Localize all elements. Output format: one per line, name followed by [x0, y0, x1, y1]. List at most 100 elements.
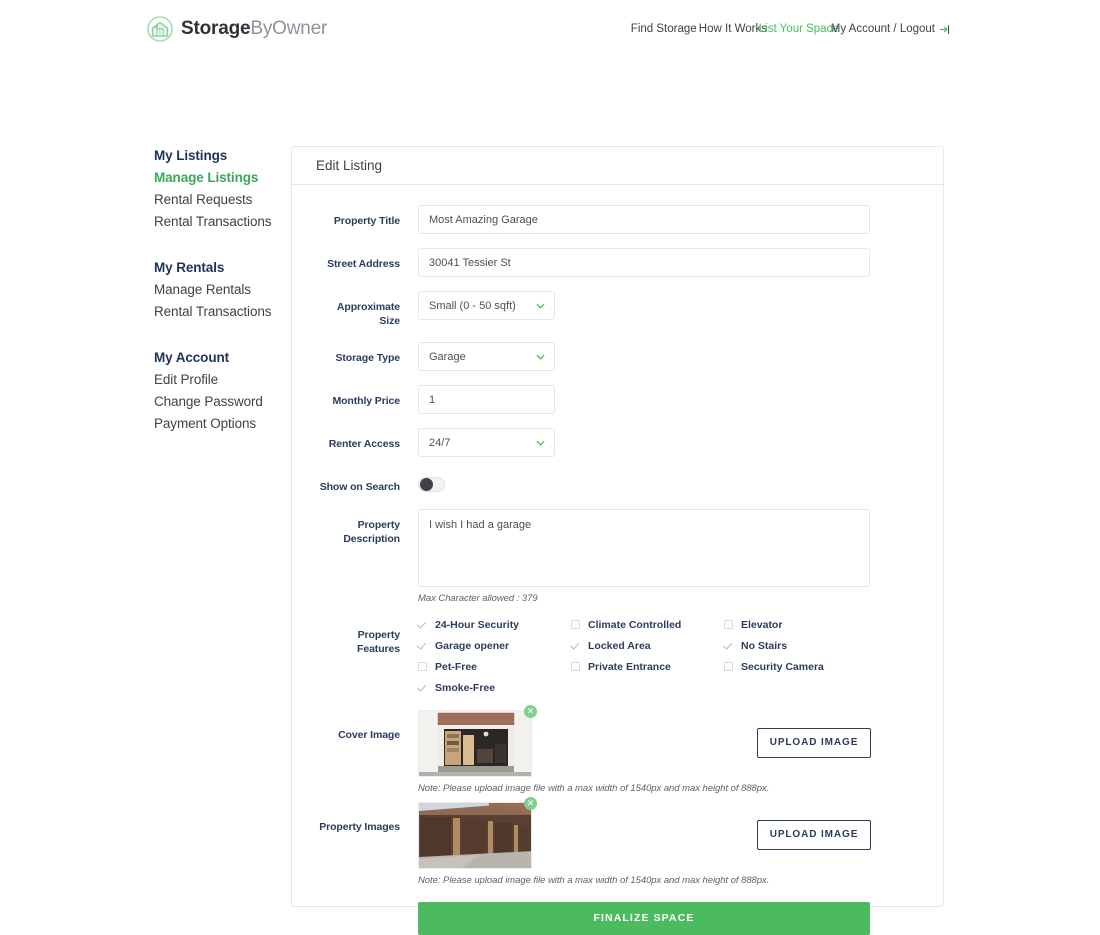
checkbox-empty-icon[interactable] — [571, 620, 580, 630]
renter-access-select[interactable]: 24/7 — [418, 428, 555, 458]
field-row-approximate-size: Approximate Size Small (0 - 50 sqft) — [318, 291, 917, 328]
show-on-search-toggle[interactable] — [418, 477, 445, 493]
sidebar-item-edit-profile[interactable]: Edit Profile — [154, 372, 284, 387]
field-row-renter-access: Renter Access 24/7 — [318, 428, 917, 458]
max-character-hint: Max Character allowed : 379 — [418, 592, 538, 604]
sidebar-item-rental-transactions-rentals[interactable]: Rental Transactions — [154, 304, 284, 319]
checkbox-checked-icon[interactable] — [418, 641, 427, 650]
sidebar-divider-1 — [154, 236, 284, 260]
property-image-thumbnail-wrap: ✕ — [418, 796, 537, 869]
feature-label: Garage opener — [435, 639, 510, 652]
sidebar-item-change-password[interactable]: Change Password — [154, 394, 284, 409]
label-street-address: Street Address — [327, 258, 400, 270]
brand-name-bold: Storage — [181, 18, 251, 39]
sidebar-item-manage-rentals[interactable]: Manage Rentals — [154, 282, 284, 297]
card-title: Edit Listing — [292, 147, 943, 185]
sidebar-divider-2 — [154, 326, 284, 350]
checkbox-empty-icon[interactable] — [418, 662, 427, 672]
sidebar-item-manage-listings[interactable]: Manage Listings — [154, 170, 284, 185]
approximate-size-select[interactable]: Small (0 - 50 sqft) — [418, 291, 555, 320]
cover-image-upload-button[interactable]: UPLOAD IMAGE — [757, 727, 871, 758]
approximate-size-value: Small (0 - 50 sqft) — [429, 299, 516, 312]
feature-elevator[interactable]: Elevator — [724, 619, 870, 631]
feature-garage-opener[interactable]: Garage opener — [418, 640, 571, 652]
top-navigation: Find Storage How It Works List Your Spac… — [631, 23, 950, 35]
property-images-upload-button[interactable]: UPLOAD IMAGE — [757, 819, 871, 850]
field-row-property-description: Property Description I wish I had a gara… — [318, 508, 917, 604]
label-storage-type: Storage Type — [335, 352, 400, 365]
brand-logo[interactable]: StorageByOwner — [146, 15, 327, 43]
chevron-down-icon — [536, 441, 545, 447]
property-image-thumbnail[interactable] — [418, 801, 532, 869]
feature-label: 24-Hour Security — [435, 618, 520, 631]
sidebar-item-rental-requests[interactable]: Rental Requests — [154, 192, 284, 207]
checkbox-empty-icon[interactable] — [571, 662, 580, 672]
nav-my-account-logout[interactable]: My Account / Logout — [831, 23, 950, 35]
street-address-input[interactable]: 30041 Tessier St — [418, 248, 870, 277]
cover-image-delete-button[interactable]: ✕ — [524, 704, 537, 718]
field-row-monthly-price: Monthly Price 1 — [318, 385, 917, 415]
label-renter-access: Renter Access — [328, 438, 400, 451]
sidebar-heading-my-account: My Account — [154, 350, 230, 365]
checkbox-empty-icon[interactable] — [724, 620, 733, 630]
chevron-down-icon — [536, 303, 545, 309]
storage-building-icon — [147, 16, 173, 42]
property-description-textarea[interactable]: I wish I had a garage — [418, 508, 870, 587]
feature-locked-area[interactable]: Locked Area — [571, 640, 724, 652]
feature-label: Pet-Free — [435, 660, 478, 673]
label-approximate-size: Approximate Size — [336, 301, 400, 328]
label-cover-image: Cover Image — [338, 728, 400, 741]
property-image-delete-button[interactable]: ✕ — [524, 796, 537, 810]
cover-image-row: ✕ UPLOAD IMAGE — [418, 704, 917, 777]
feature-private-entrance[interactable]: Private Entrance — [571, 661, 724, 673]
nav-my-account-logout-label: My Account / Logout — [830, 23, 935, 35]
storage-type-select[interactable]: Garage — [418, 342, 555, 372]
feature-no-stairs[interactable]: No Stairs — [724, 640, 870, 652]
checkbox-empty-icon[interactable] — [724, 662, 733, 672]
cover-image-thumbnail[interactable] — [418, 709, 532, 777]
feature-label: Locked Area — [588, 639, 651, 652]
cover-image-thumbnail-wrap: ✕ — [418, 704, 537, 777]
property-images-row: ✕ UPLOAD IMAGE — [418, 796, 917, 869]
sidebar-item-rental-transactions[interactable]: Rental Transactions — [154, 214, 284, 229]
field-row-show-on-search: Show on Search — [318, 471, 917, 494]
label-property-title: Property Title — [333, 215, 400, 227]
field-row-property-images: Property Images ✕ UPLOAD IMAGE Note: Ple… — [318, 796, 917, 935]
field-row-property-title: Property Title Most Amazing Garage — [318, 205, 917, 234]
nav-find-storage[interactable]: Find Storage — [631, 23, 699, 35]
feature-label: Private Entrance — [588, 660, 671, 673]
checkbox-checked-icon[interactable] — [724, 641, 733, 650]
brand-name: StorageByOwner — [181, 18, 327, 40]
sidebar-heading-my-listings: My Listings — [154, 148, 228, 163]
feature-label: Climate Controlled — [588, 618, 682, 631]
field-row-street-address: Street Address 30041 Tessier St — [318, 248, 917, 277]
feature-security-camera[interactable]: Security Camera — [724, 661, 870, 673]
sidebar-item-payment-options[interactable]: Payment Options — [154, 416, 284, 431]
nav-list-your-space[interactable]: List Your Space — [759, 23, 839, 35]
feature-label: Security Camera — [741, 660, 824, 673]
finalize-space-button[interactable]: FINALIZE SPACE — [418, 901, 870, 935]
feature-smoke-free[interactable]: Smoke-Free — [418, 682, 571, 694]
feature-24-hour-security[interactable]: 24-Hour Security — [418, 619, 571, 631]
logout-arrow-icon — [939, 24, 950, 34]
feature-climate-controlled[interactable]: Climate Controlled — [571, 619, 724, 631]
property-title-input[interactable]: Most Amazing Garage — [418, 205, 870, 234]
edit-listing-card: Edit Listing Property Title Most Amazing… — [291, 146, 944, 935]
label-monthly-price: Monthly Price — [332, 395, 400, 408]
storage-type-value: Garage — [429, 350, 466, 363]
cover-image-note: Note: Please upload image file with a ma… — [418, 782, 770, 794]
feature-label: No Stairs — [741, 639, 788, 652]
property-images-note: Note: Please upload image file with a ma… — [418, 874, 770, 886]
edit-listing-form: Property Title Most Amazing Garage Stree… — [292, 185, 943, 935]
feature-pet-free[interactable]: Pet-Free — [418, 661, 571, 673]
property-features-grid: 24-Hour Security Climate Controlled Elev… — [418, 614, 870, 694]
toggle-knob — [420, 478, 433, 492]
field-row-storage-type: Storage Type Garage — [318, 342, 917, 372]
sidebar-heading-my-rentals: My Rentals — [154, 260, 225, 275]
nav-how-it-works[interactable]: How It Works — [699, 23, 767, 35]
checkbox-checked-icon[interactable] — [418, 620, 427, 629]
checkbox-checked-icon[interactable] — [418, 683, 427, 692]
monthly-price-input[interactable]: 1 — [418, 385, 555, 415]
feature-label: Smoke-Free — [435, 681, 496, 694]
checkbox-checked-icon[interactable] — [571, 641, 580, 650]
